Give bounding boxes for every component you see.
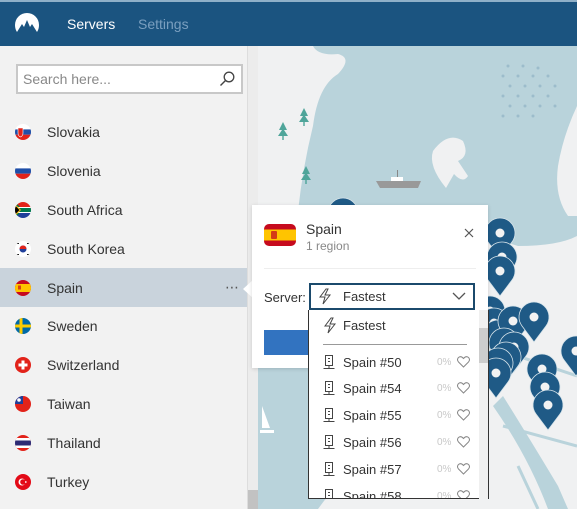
country-name: South Korea xyxy=(47,240,125,257)
sidebar: Slovakia Slovenia South Africa xyxy=(0,46,248,509)
sidebar-scrollbar-thumb[interactable] xyxy=(248,490,258,509)
popup-country-name: Spain xyxy=(306,221,342,237)
country-item-switzerland[interactable]: Switzerland xyxy=(0,346,248,385)
tab-settings[interactable]: Settings xyxy=(138,16,189,32)
country-name: South Africa xyxy=(47,201,123,218)
heart-icon[interactable] xyxy=(457,409,470,421)
landmass xyxy=(258,46,346,216)
lightning-icon xyxy=(324,317,337,333)
popup-region-count: 1 region xyxy=(306,239,350,253)
top-bar: Servers Settings xyxy=(0,0,577,46)
thailand-flag-icon xyxy=(15,434,31,451)
close-icon[interactable] xyxy=(463,227,475,239)
option-label: Fastest xyxy=(343,317,386,333)
server-icon xyxy=(323,355,335,369)
sweden-flag-icon xyxy=(15,318,31,335)
server-name: Spain #56 xyxy=(343,435,402,450)
ship-icon xyxy=(376,170,421,188)
lightning-icon xyxy=(319,288,332,305)
heart-icon[interactable] xyxy=(457,382,470,394)
server-load: 0% xyxy=(437,437,452,448)
server-icon xyxy=(325,489,333,498)
country-name: Slovenia xyxy=(47,163,101,180)
server-dropdown: Fastest Spain #50 0% Spain #54 0% Spain #55 0… xyxy=(308,310,489,499)
search-box[interactable] xyxy=(16,64,243,94)
country-item-slovenia[interactable]: Slovenia xyxy=(0,152,248,191)
divider xyxy=(323,344,467,345)
slovakia-flag-icon xyxy=(15,124,31,141)
country-item-taiwan[interactable]: Taiwan xyxy=(0,385,248,424)
south-korea-flag-icon xyxy=(15,240,31,257)
server-icon xyxy=(323,381,335,395)
country-item-thailand[interactable]: Thailand xyxy=(0,423,248,462)
server-label: Server: xyxy=(264,290,306,305)
server-icon xyxy=(323,408,335,422)
country-name: Switzerland xyxy=(47,357,120,374)
sailboat-icon xyxy=(260,406,274,433)
country-name: Turkey xyxy=(47,473,90,490)
search-input[interactable] xyxy=(23,70,213,88)
dropdown-option-server[interactable]: Spain #57 0% xyxy=(323,459,473,481)
island xyxy=(431,137,468,188)
heart-icon[interactable] xyxy=(457,356,470,368)
country-name: Slovakia xyxy=(47,124,100,141)
country-item-sweden[interactable]: Sweden xyxy=(0,307,248,346)
more-options-button[interactable]: ⋯ xyxy=(225,279,240,296)
country-name: Sweden xyxy=(47,318,98,335)
country-item-south-africa[interactable]: South Africa xyxy=(0,191,248,230)
server-name: Spain #55 xyxy=(343,408,402,423)
dropdown-scrollbar-thumb[interactable] xyxy=(479,328,488,363)
taiwan-flag-icon xyxy=(15,395,31,412)
search-icon[interactable] xyxy=(219,71,235,87)
country-item-south-korea[interactable]: South Korea xyxy=(0,229,248,268)
connect-button[interactable] xyxy=(264,330,314,355)
server-name: Spain #58 xyxy=(343,489,402,499)
slovenia-flag-icon xyxy=(15,163,31,180)
country-name: Thailand xyxy=(47,434,101,451)
country-list: Slovakia Slovenia South Africa South Kor… xyxy=(0,113,248,501)
server-name: Spain #57 xyxy=(343,462,402,477)
server-name: Spain #54 xyxy=(343,381,402,396)
server-load: 0% xyxy=(437,464,452,475)
server-icon xyxy=(323,462,335,476)
turkey-flag-icon xyxy=(15,473,31,490)
heart-icon[interactable] xyxy=(457,463,470,475)
server-select[interactable]: Fastest xyxy=(309,283,475,310)
divider xyxy=(264,268,476,269)
dropdown-option-server[interactable]: Spain #55 0% xyxy=(323,405,473,427)
switzerland-flag-icon xyxy=(15,357,31,374)
server-icon xyxy=(323,435,335,449)
dropdown-option-server[interactable]: Spain #58 0% xyxy=(323,486,473,499)
dropdown-option-server[interactable]: Spain #56 0% xyxy=(323,432,473,454)
server-name: Spain #50 xyxy=(343,355,402,370)
server-load: 0% xyxy=(437,357,452,368)
spain-flag-icon xyxy=(15,279,31,296)
country-item-spain[interactable]: Spain ⋯ xyxy=(0,268,248,307)
server-load: 0% xyxy=(437,410,452,421)
server-load: 0% xyxy=(437,383,452,394)
heart-icon[interactable] xyxy=(457,436,470,448)
heart-icon[interactable] xyxy=(457,490,470,499)
dot-pattern xyxy=(501,64,557,118)
country-name: Spain xyxy=(47,279,83,296)
server-select-value: Fastest xyxy=(343,289,386,304)
landmass xyxy=(557,106,577,216)
country-item-turkey[interactable]: Turkey xyxy=(0,462,248,501)
dropdown-option-server[interactable]: Spain #54 0% xyxy=(323,378,473,400)
country-item-slovakia[interactable]: Slovakia xyxy=(0,113,248,152)
tab-servers[interactable]: Servers xyxy=(67,16,115,32)
dropdown-option-fastest[interactable]: Fastest xyxy=(323,315,386,335)
dropdown-option-server[interactable]: Spain #50 0% xyxy=(323,352,473,374)
country-name: Taiwan xyxy=(47,395,91,412)
spain-flag-icon xyxy=(264,224,296,246)
server-load: 0% xyxy=(437,491,452,499)
south-africa-flag-icon xyxy=(15,201,31,218)
mountain-logo-icon xyxy=(15,13,39,32)
chevron-down-icon xyxy=(452,292,466,300)
